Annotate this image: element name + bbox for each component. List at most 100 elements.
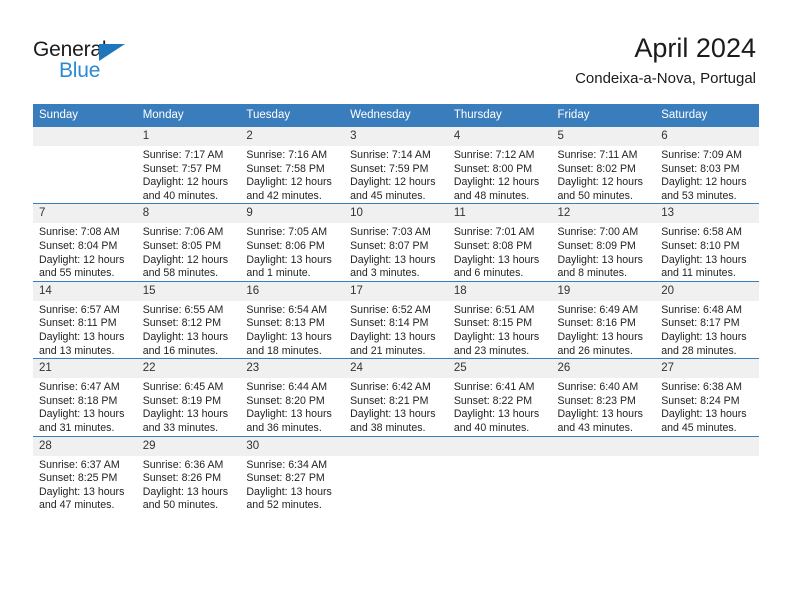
daylight-text: Daylight: 13 hours and 31 minutes. [39,408,125,434]
sunrise-text: Sunrise: 7:00 AM [557,226,639,239]
calendar-day-cell[interactable]: 13 Sunrise: 6:58 AM Sunset: 8:10 PM Dayligh… [655,203,759,282]
day-number: 10 [344,204,448,224]
calendar-empty-cell [33,125,137,204]
day-details: Sunrise: 7:05 AM Sunset: 8:06 PM Daylight:… [240,223,344,280]
sunrise-text: Sunrise: 6:38 AM [661,381,742,394]
day-cell-inner: 21 Sunrise: 6:47 AM Sunset: 8:18 PM Dayligh… [33,359,137,435]
logo-text-blue: Blue [59,59,101,82]
calendar-empty-cell [551,435,656,513]
sunset-text: Sunset: 8:10 PM [661,239,740,252]
sunrise-text: Sunrise: 6:37 AM [39,458,120,471]
calendar-day-cell[interactable]: 27 Sunrise: 6:38 AM Sunset: 8:24 PM Dayligh… [655,358,759,436]
day-number: 23 [240,359,345,379]
weekday-header-sunday: Sunday [33,104,137,127]
calendar-day-cell[interactable]: 7 Sunrise: 7:08 AM Sunset: 8:04 PM Daylight… [33,203,137,282]
page-header: General Blue April 2024 Condeixa-a-Nova,… [0,0,792,104]
day-cell-inner: 16 Sunrise: 6:54 AM Sunset: 8:13 PM Dayligh… [240,281,345,358]
day-number: 19 [551,281,656,301]
day-number: 12 [551,204,656,224]
day-details: Sunrise: 6:51 AM Sunset: 8:15 PM Daylight:… [448,301,552,358]
day-details: Sunrise: 6:54 AM Sunset: 8:13 PM Daylight:… [240,301,344,358]
daylight-text: Daylight: 13 hours and 45 minutes. [661,408,747,434]
calendar-day-cell[interactable]: 26 Sunrise: 6:40 AM Sunset: 8:23 PM Dayligh… [551,358,656,436]
day-details: Sunrise: 6:58 AM Sunset: 8:10 PM Daylight:… [655,223,759,280]
day-details: Sunrise: 6:42 AM Sunset: 8:21 PM Daylight:… [344,378,448,435]
calendar-day-cell[interactable]: 23 Sunrise: 6:44 AM Sunset: 8:20 PM Dayligh… [240,358,345,436]
day-cell-inner: 24 Sunrise: 6:42 AM Sunset: 8:21 PM Dayligh… [344,359,448,435]
calendar-day-cell[interactable]: 24 Sunrise: 6:42 AM Sunset: 8:21 PM Dayligh… [344,358,448,436]
day-cell-inner: 12 Sunrise: 7:00 AM Sunset: 8:09 PM Dayligh… [551,204,656,280]
calendar-week-row: 1 Sunrise: 7:17 AM Sunset: 7:57 PM Daylight… [33,125,759,204]
calendar-week-row: 14 Sunrise: 6:57 AM Sunset: 8:11 PM Dayligh… [33,280,759,359]
calendar-day-cell[interactable]: 30 Sunrise: 6:34 AM Sunset: 8:27 PM Dayligh… [240,435,345,513]
calendar-day-cell[interactable]: 29 Sunrise: 6:36 AM Sunset: 8:26 PM Dayligh… [136,435,241,513]
day-cell-inner: 26 Sunrise: 6:40 AM Sunset: 8:23 PM Dayligh… [551,359,656,435]
day-cell-inner: 14 Sunrise: 6:57 AM Sunset: 8:11 PM Dayligh… [33,281,137,358]
calendar-day-cell[interactable]: 3 Sunrise: 7:14 AM Sunset: 7:59 PM Daylight… [344,125,448,204]
day-number: 18 [447,281,552,301]
calendar-day-cell[interactable]: 4 Sunrise: 7:12 AM Sunset: 8:00 PM Daylight… [447,125,552,204]
sunset-text: Sunset: 8:27 PM [246,472,325,485]
day-cell-inner: 30 Sunrise: 6:34 AM Sunset: 8:27 PM Dayligh… [240,436,345,513]
day-details: Sunrise: 7:12 AM Sunset: 8:00 PM Daylight:… [448,146,552,203]
calendar-day-cell[interactable]: 1 Sunrise: 7:17 AM Sunset: 7:57 PM Daylight… [136,125,241,204]
calendar-day-cell[interactable]: 22 Sunrise: 6:45 AM Sunset: 8:19 PM Dayligh… [136,358,241,436]
daylight-text: Daylight: 13 hours and 8 minutes. [557,253,643,280]
sunset-text: Sunset: 8:08 PM [453,239,533,252]
calendar-day-cell[interactable]: 10 Sunrise: 7:03 AM Sunset: 8:07 PM Dayligh… [344,203,448,282]
day-cell-inner: 10 Sunrise: 7:03 AM Sunset: 8:07 PM Dayligh… [344,204,448,280]
blue-triangle-icon [99,44,125,61]
calendar-day-cell[interactable]: 28 Sunrise: 6:37 AM Sunset: 8:25 PM Dayligh… [33,435,137,513]
day-cell-inner: 20 Sunrise: 6:48 AM Sunset: 8:17 PM Dayligh… [655,281,759,358]
day-cell-inner: 19 Sunrise: 6:49 AM Sunset: 8:16 PM Dayligh… [551,281,656,358]
day-cell-inner: 27 Sunrise: 6:38 AM Sunset: 8:24 PM Dayligh… [655,359,759,435]
calendar-week-row: 28 Sunrise: 6:37 AM Sunset: 8:25 PM Dayligh… [33,435,759,513]
calendar-day-cell[interactable]: 9 Sunrise: 7:05 AM Sunset: 8:06 PM Daylight… [240,203,345,282]
calendar-day-cell[interactable]: 2 Sunrise: 7:16 AM Sunset: 7:58 PM Daylight… [240,125,345,204]
day-number: 17 [344,281,448,301]
sunset-text: Sunset: 8:20 PM [246,394,325,407]
calendar-day-cell[interactable]: 12 Sunrise: 7:00 AM Sunset: 8:09 PM Dayligh… [551,203,656,282]
daylight-text: Daylight: 13 hours and 28 minutes. [661,330,747,357]
day-number: 24 [344,359,448,379]
sunrise-text: Sunrise: 7:01 AM [453,226,535,239]
sunrise-text: Sunrise: 6:47 AM [39,381,120,394]
day-cell-inner [33,127,137,203]
calendar-day-cell[interactable]: 16 Sunrise: 6:54 AM Sunset: 8:13 PM Dayligh… [240,280,345,359]
calendar-day-cell[interactable]: 11 Sunrise: 7:01 AM Sunset: 8:08 PM Dayligh… [447,203,552,282]
calendar-day-cell[interactable]: 8 Sunrise: 7:06 AM Sunset: 8:05 PM Daylight… [136,203,241,282]
day-cell-inner: 1 Sunrise: 7:17 AM Sunset: 7:57 PM Daylight… [136,127,241,203]
sunrise-text: Sunrise: 7:17 AM [142,149,224,161]
daylight-text: Daylight: 13 hours and 21 minutes. [350,330,436,357]
calendar-day-cell[interactable]: 14 Sunrise: 6:57 AM Sunset: 8:11 PM Dayligh… [33,280,137,359]
calendar-day-cell[interactable]: 25 Sunrise: 6:41 AM Sunset: 8:22 PM Dayligh… [447,358,552,436]
calendar-day-cell[interactable]: 20 Sunrise: 6:48 AM Sunset: 8:17 PM Dayligh… [655,280,759,359]
day-number: 5 [551,127,656,146]
sunset-text: Sunset: 7:58 PM [246,162,325,175]
sunset-text: Sunset: 7:57 PM [142,162,222,175]
calendar-day-cell[interactable]: 17 Sunrise: 6:52 AM Sunset: 8:14 PM Dayligh… [344,280,448,359]
calendar-day-cell[interactable]: 18 Sunrise: 6:51 AM Sunset: 8:15 PM Dayligh… [447,280,552,359]
day-cell-inner: 15 Sunrise: 6:55 AM Sunset: 8:12 PM Dayligh… [136,281,241,358]
calendar-day-cell[interactable]: 6 Sunrise: 7:09 AM Sunset: 8:03 PM Daylight… [655,125,759,204]
daylight-text: Daylight: 12 hours and 58 minutes. [142,253,229,280]
calendar-day-cell[interactable]: 15 Sunrise: 6:55 AM Sunset: 8:12 PM Dayligh… [136,280,241,359]
day-number: 29 [136,436,241,456]
sunset-text: Sunset: 8:00 PM [453,162,533,175]
daylight-text: Daylight: 13 hours and 16 minutes. [142,330,229,357]
sunset-text: Sunset: 8:16 PM [557,317,636,330]
title-block: April 2024 Condeixa-a-Nova, Portugal [575,32,756,89]
generalblue-logo[interactable]: General Blue [33,38,153,84]
calendar-grid: Sunday Monday Tuesday Wednesday Thursday… [33,104,759,513]
calendar-day-cell[interactable]: 19 Sunrise: 6:49 AM Sunset: 8:16 PM Dayligh… [551,280,656,359]
daylight-text: Daylight: 13 hours and 33 minutes. [142,408,229,434]
sunset-text: Sunset: 8:19 PM [142,394,222,407]
day-cell-inner: 25 Sunrise: 6:41 AM Sunset: 8:22 PM Dayligh… [447,359,552,435]
day-number: 21 [33,359,137,379]
daylight-text: Daylight: 13 hours and 52 minutes. [246,485,332,512]
day-number: 22 [136,359,241,379]
calendar-day-cell[interactable]: 21 Sunrise: 6:47 AM Sunset: 8:18 PM Dayligh… [33,358,137,436]
calendar-day-cell[interactable]: 5 Sunrise: 7:11 AM Sunset: 8:02 PM Daylight… [551,125,656,204]
day-cell-inner: 28 Sunrise: 6:37 AM Sunset: 8:25 PM Dayligh… [33,436,137,513]
day-cell-inner: 17 Sunrise: 6:52 AM Sunset: 8:14 PM Dayligh… [344,281,448,358]
